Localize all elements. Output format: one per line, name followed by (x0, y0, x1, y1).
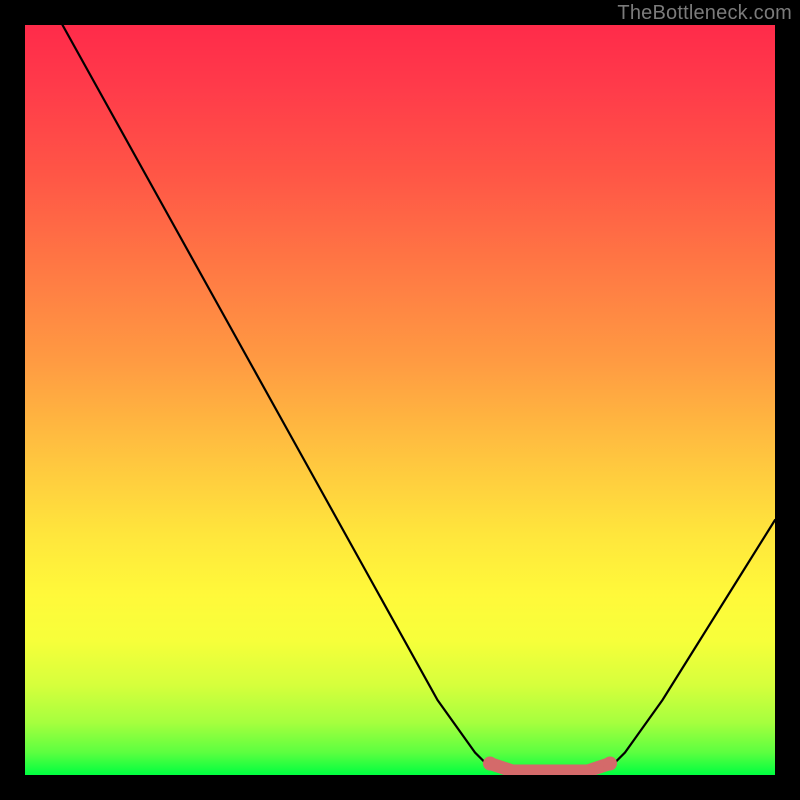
chart-frame: TheBottleneck.com (0, 0, 800, 800)
attribution-text: TheBottleneck.com (617, 2, 792, 25)
optimal-band-endpoint-left (483, 757, 497, 771)
bottleneck-curve-path (63, 25, 776, 775)
chart-plot-area (25, 25, 775, 775)
chart-svg (25, 25, 775, 775)
optimal-band-path (490, 764, 610, 772)
optimal-band-endpoint-right (603, 757, 617, 771)
